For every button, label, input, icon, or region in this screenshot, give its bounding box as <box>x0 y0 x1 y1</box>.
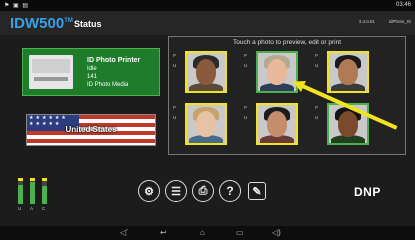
photo-tag: P <box>244 53 248 58</box>
help-button[interactable]: ? <box>219 180 241 202</box>
printer-icon <box>29 55 73 89</box>
volume-up-icon[interactable]: ◁) <box>272 228 282 237</box>
photo-tag: P <box>315 105 319 110</box>
ribbon-level-label: A <box>30 206 34 211</box>
brand-tm: TM <box>64 18 73 24</box>
portrait-face <box>338 111 358 137</box>
region-selector[interactable]: ★★★★★★ ★★★★★ United States <box>26 114 156 146</box>
gear-icon: ⚙ <box>144 185 154 198</box>
printer-status: Idle <box>87 66 97 72</box>
portrait-face <box>267 59 287 85</box>
printer-name: ID Photo Printer <box>87 57 141 64</box>
portrait-face <box>196 59 216 85</box>
clock: 03:46 <box>395 2 411 8</box>
photo-tag: P <box>173 105 177 110</box>
ribbon-level-label: U <box>18 206 22 211</box>
photo-tag: P <box>244 105 248 110</box>
device-id-label: IdPhoto_IS <box>388 19 411 24</box>
sliders-icon: ☰ <box>171 185 181 198</box>
photo-thumbnail[interactable] <box>185 103 227 145</box>
ribbon-level-bar <box>30 178 35 204</box>
edit-icon: ✎ <box>252 185 262 198</box>
photo-gallery: Touch a photo to preview, edit or print … <box>168 36 406 155</box>
photo-tag: U <box>315 63 319 68</box>
app-brand: IDW500TM <box>10 15 73 32</box>
printer-icon: ⎙ <box>198 184 208 197</box>
print-button[interactable]: ⎙ <box>192 180 214 202</box>
ribbon-level-bar <box>18 178 23 204</box>
photo-tag: U <box>244 115 248 120</box>
photo-tag: U <box>244 63 248 68</box>
portrait-face <box>338 59 358 85</box>
photo-thumbnail[interactable] <box>256 103 298 145</box>
dnp-logo: DNP <box>354 185 381 199</box>
photo-thumbnail[interactable] <box>327 51 369 93</box>
photo-tag: P <box>315 53 319 58</box>
photo-tag: U <box>315 115 319 120</box>
printer-media: ID Photo Media <box>87 82 129 88</box>
portrait-face <box>267 111 287 137</box>
photo-tag: U <box>173 63 177 68</box>
brand-name: IDW500 <box>10 15 65 32</box>
settings-button[interactable]: ⚙ <box>138 180 160 202</box>
ribbon-level-label: C <box>42 206 46 211</box>
page-title: Status <box>74 19 102 29</box>
region-label: United States <box>65 125 117 134</box>
recents-icon[interactable]: ▭ <box>236 228 246 237</box>
adjust-button[interactable]: ☰ <box>165 180 187 202</box>
ribbon-level-bar <box>42 178 47 204</box>
system-status-bar: ⚑ ▣ ▤ 03:46 <box>0 0 415 11</box>
portrait-face <box>196 111 216 137</box>
home-icon[interactable]: ⌂ <box>200 228 210 237</box>
back-icon[interactable]: ↩ <box>160 228 170 237</box>
printer-count: 141 <box>87 74 98 80</box>
photo-thumbnail[interactable] <box>327 103 369 145</box>
edit-button[interactable]: ✎ <box>248 182 266 200</box>
version-label: 3.3.0.51 <box>358 19 375 24</box>
navigation-bar: ◁ʼ ↩ ⌂ ▭ ◁) <box>0 226 415 240</box>
printer-status-card[interactable]: ID Photo Printer Idle 141 ID Photo Media <box>22 48 160 96</box>
volume-down-icon[interactable]: ◁ʼ <box>120 228 130 237</box>
photo-tag: U <box>173 115 177 120</box>
status-icons: ⚑ ▣ ▤ <box>4 3 30 9</box>
photo-thumbnail[interactable] <box>185 51 227 93</box>
gallery-hint: Touch a photo to preview, edit or print <box>232 39 342 46</box>
app-header: IDW500TM Status 3.3.0.51 IdPhoto_IS <box>0 11 415 35</box>
photo-tag: P <box>173 53 177 58</box>
printer-info: ID Photo Printer Idle 141 ID Photo Media <box>87 56 140 89</box>
help-icon: ? <box>226 184 234 198</box>
